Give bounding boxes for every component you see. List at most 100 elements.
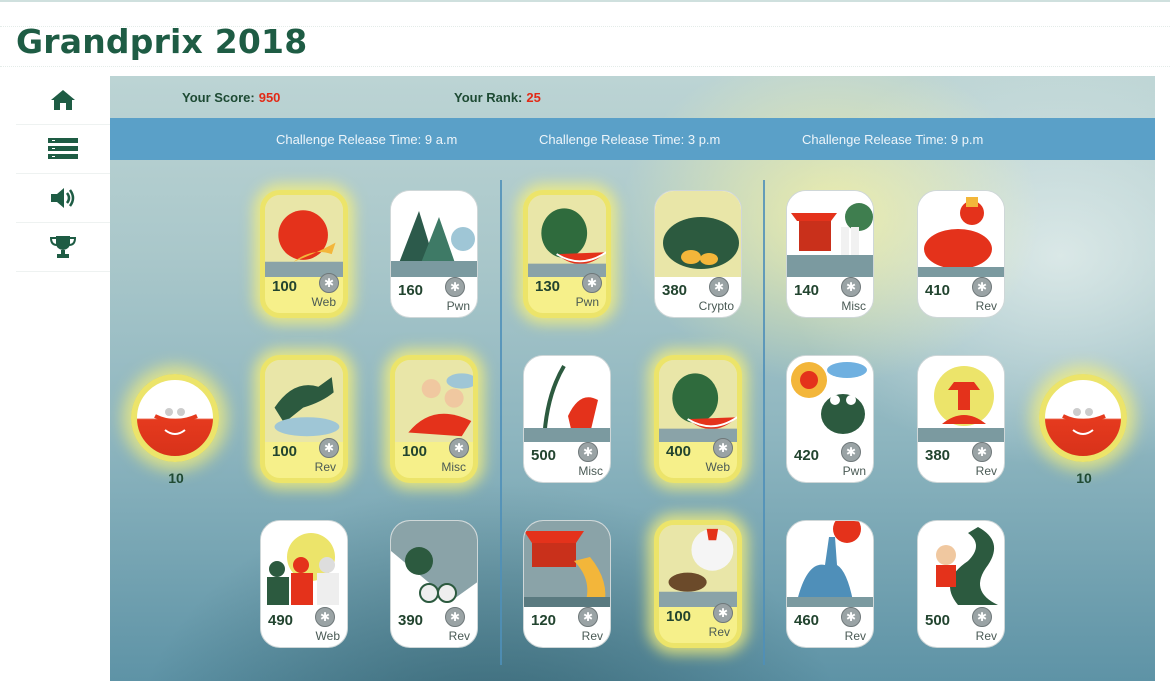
solve-status-icon: ✱: [713, 603, 733, 623]
solve-status-icon: ✱: [445, 277, 465, 297]
pagoda-illustration: [918, 356, 1004, 442]
challenge-card[interactable]: 380 ✱ Crypto: [654, 190, 742, 318]
solve-status-icon: ✱: [972, 607, 992, 627]
bonus-points-right: 10: [1076, 470, 1092, 486]
challenge-category: Rev: [844, 629, 866, 643]
release-time-morning: Challenge Release Time: 9 a.m: [276, 132, 458, 147]
challenge-card[interactable]: 500 ✱ Misc: [523, 355, 611, 483]
solve-status-icon: ✱: [315, 607, 335, 627]
challenge-card[interactable]: 100 ✱ Rev: [260, 355, 348, 483]
challenge-points: 390: [398, 612, 424, 629]
solve-status-icon: ✱: [319, 438, 339, 458]
leaves-illustration: [655, 191, 741, 277]
challenge-category: Web: [311, 295, 336, 309]
challenge-card[interactable]: 400 ✱ Web: [654, 355, 742, 483]
challenge-category: Web: [705, 460, 730, 474]
family-illustration: [261, 521, 347, 607]
solve-status-icon: ✱: [709, 277, 729, 297]
challenge-card[interactable]: 380 ✱ Rev: [917, 355, 1005, 483]
solve-status-icon: ✱: [578, 442, 598, 462]
solve-status-icon: ✱: [449, 438, 469, 458]
challenge-points: 500: [531, 447, 557, 464]
release-time-bar: Challenge Release Time: 9 a.m Challenge …: [110, 118, 1155, 160]
challenge-points: 380: [925, 447, 951, 464]
page-title: Grandprix 2018: [16, 22, 308, 61]
sidebar-item-sound[interactable]: [16, 174, 110, 223]
house-illustration: [524, 521, 610, 607]
column-divider: [763, 180, 765, 665]
sidebar-item-home[interactable]: [16, 76, 110, 125]
solve-status-icon: ✱: [972, 442, 992, 462]
watermelon-illustration: [659, 360, 737, 442]
release-time-evening: Challenge Release Time: 9 p.m: [802, 132, 984, 147]
boat-icon: [1062, 408, 1106, 435]
score-label: Your Score:: [182, 90, 255, 105]
home-icon: [50, 88, 76, 112]
sidebar-item-scoreboard[interactable]: [16, 223, 110, 272]
challenge-category: Pwn: [842, 464, 866, 478]
challenge-card[interactable]: 120 ✱ Rev: [523, 520, 611, 648]
sidebar-item-challenges[interactable]: [16, 125, 110, 174]
challenge-category: Rev: [581, 629, 603, 643]
challenge-points: 380: [662, 282, 688, 299]
challenge-card[interactable]: 410 ✱ Rev: [917, 190, 1005, 318]
monk-illustration: [659, 525, 737, 607]
challenge-category: Rev: [975, 629, 997, 643]
challenge-category: Misc: [578, 464, 603, 478]
couple-illustration: [395, 360, 473, 442]
solve-status-icon: ✱: [713, 438, 733, 458]
score-display: Your Score: 950: [182, 90, 280, 105]
challenge-card[interactable]: 100 ✱ Rev: [654, 520, 742, 648]
solve-status-icon: ✱: [445, 607, 465, 627]
challenge-card[interactable]: 100 ✱ Misc: [390, 355, 478, 483]
challenge-points: 100: [272, 278, 298, 295]
challenge-card[interactable]: 420 ✱ Pwn: [786, 355, 874, 483]
solve-status-icon: ✱: [319, 273, 339, 293]
dragon-illustration: [918, 521, 1004, 607]
challenge-category: Pwn: [446, 299, 470, 313]
challenge-category: Rev: [314, 460, 336, 474]
challenge-points: 500: [925, 612, 951, 629]
release-time-afternoon: Challenge Release Time: 3 p.m: [539, 132, 721, 147]
challenge-card[interactable]: 100 ✱ Web: [260, 190, 348, 318]
challenge-category: Pwn: [575, 295, 599, 309]
speaker-icon: [49, 186, 77, 210]
challenge-points: 460: [794, 612, 820, 629]
bonus-medallion-left[interactable]: [131, 374, 219, 462]
challenge-card[interactable]: 460 ✱ Rev: [786, 520, 874, 648]
watermelon-illustration: [528, 195, 606, 277]
mountain-man-illustration: [787, 521, 873, 607]
bamboo-illustration: [524, 356, 610, 442]
challenge-category: Rev: [448, 629, 470, 643]
challenge-points: 410: [925, 282, 951, 299]
solve-status-icon: ✱: [972, 277, 992, 297]
challenge-points: 100: [666, 608, 692, 625]
mountains-illustration: [391, 191, 477, 277]
horse-illustration: [265, 360, 343, 442]
challenge-card[interactable]: 160 ✱ Pwn: [390, 190, 478, 318]
challenge-points: 100: [272, 443, 298, 460]
challenge-category: Rev: [975, 299, 997, 313]
challenge-card[interactable]: 130 ✱ Pwn: [523, 190, 611, 318]
dotted-divider: [0, 66, 1170, 67]
challenge-card[interactable]: 140 ✱ Misc: [786, 190, 874, 318]
rank-label: Your Rank:: [454, 90, 523, 105]
sun-crane-illustration: [265, 195, 343, 277]
carp-illustration: [918, 191, 1004, 277]
challenge-category: Rev: [975, 464, 997, 478]
challenge-category: Misc: [841, 299, 866, 313]
column-divider: [500, 180, 502, 665]
rank-value: 25: [526, 90, 541, 105]
rank-display: Your Rank: 25: [454, 90, 541, 105]
boat-icon: [154, 408, 198, 435]
challenge-points: 420: [794, 447, 820, 464]
solve-status-icon: ✱: [841, 607, 861, 627]
challenge-card[interactable]: 500 ✱ Rev: [917, 520, 1005, 648]
challenge-category: Crypto: [698, 299, 734, 313]
sidebar: [16, 76, 110, 272]
challenge-card[interactable]: 390 ✱ Rev: [390, 520, 478, 648]
frog-illustration: [787, 356, 873, 442]
solve-status-icon: ✱: [841, 442, 861, 462]
bonus-medallion-right[interactable]: [1039, 374, 1127, 462]
challenge-card[interactable]: 490 ✱ Web: [260, 520, 348, 648]
